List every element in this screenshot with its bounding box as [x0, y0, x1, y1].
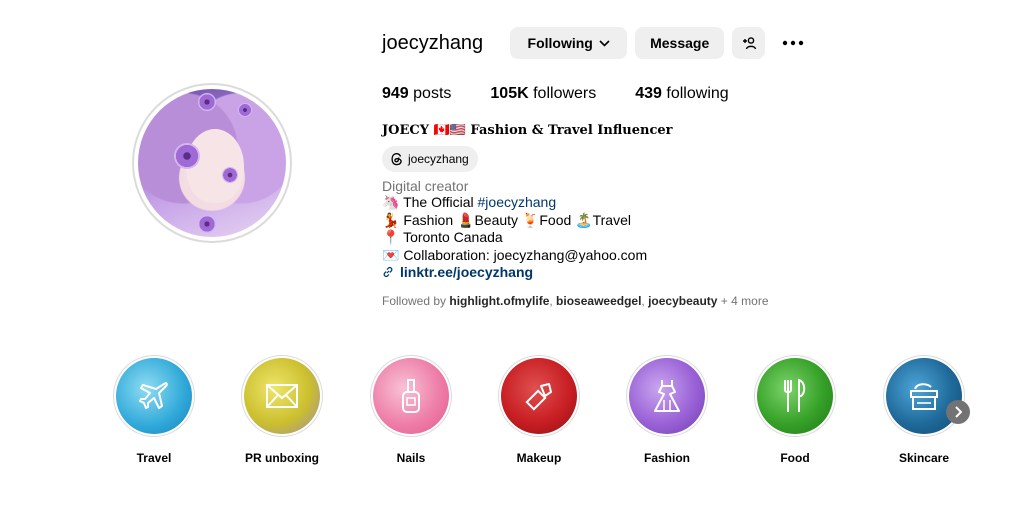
airplane-icon: [137, 379, 171, 413]
highlight-label: Skincare: [898, 451, 950, 465]
highlight-cover: [629, 358, 705, 434]
followed-by-user[interactable]: joecybeauty: [648, 294, 717, 308]
following-stat[interactable]: 439 following: [635, 85, 728, 103]
highlight-cover: [116, 358, 192, 434]
highlight-label: Makeup: [516, 451, 562, 465]
posts-stat: 949 posts: [382, 85, 451, 103]
followed-by-user[interactable]: bioseaweedgel: [556, 294, 641, 308]
highlight-label: PR unboxing: [245, 451, 319, 465]
username: joecyzhang: [382, 31, 484, 54]
bio-line: 💃 Fashion 💄Beauty 🍹Food 🏝️Travel: [382, 211, 631, 228]
highlight-cover: [244, 358, 320, 434]
bio-line: 💌 Collaboration: joecyzhang@yahoo.com: [382, 246, 648, 263]
chevron-down-icon: [599, 39, 610, 47]
followed-by-prefix: Followed by: [382, 294, 450, 308]
profile-stats: 949 posts 105K followers 439 following: [382, 85, 768, 103]
bio-hashtag-link[interactable]: #joecyzhang: [478, 194, 557, 210]
avatar-flower: [238, 103, 252, 117]
highlight-cover: [886, 358, 962, 434]
envelope-icon: [265, 383, 299, 409]
avatar-flower: [198, 93, 216, 111]
nail-polish-icon: [400, 378, 422, 414]
highlight-ring: [883, 355, 965, 437]
avatar-flower: [174, 143, 200, 169]
following-count: 439: [635, 85, 662, 102]
profile-bio: 🦄 The Official #joecyzhang 💃 Fashion 💄Be…: [382, 194, 647, 282]
followers-count: 105K: [490, 85, 529, 102]
more-options-button[interactable]: [773, 27, 813, 59]
followed-by-user[interactable]: highlight.ofmylife: [449, 294, 549, 308]
highlight-cover: [373, 358, 449, 434]
cream-jar-icon: [907, 381, 941, 411]
highlight-travel[interactable]: Travel: [113, 355, 195, 465]
threads-handle: joecyzhang: [408, 152, 469, 166]
highlight-ring: [754, 355, 836, 437]
fork-knife-icon: [781, 378, 809, 414]
following-count-label: following: [666, 85, 729, 102]
profile-header: joecyzhang Following Message: [382, 27, 813, 59]
highlight-ring: [241, 355, 323, 437]
highlight-ring: [498, 355, 580, 437]
highlight-pr-unboxing[interactable]: PR unboxing: [241, 355, 323, 465]
profile-category: Digital creator: [382, 178, 469, 194]
highlight-cover: [501, 358, 577, 434]
highlight-cover: [757, 358, 833, 434]
highlight-fashion[interactable]: Fashion: [626, 355, 708, 465]
add-person-icon: [741, 36, 757, 50]
highlight-label: Fashion: [643, 451, 690, 465]
suggested-users-button[interactable]: [732, 27, 766, 59]
link-icon: [382, 266, 394, 278]
bio-line: 🦄 The Official #joecyzhang: [382, 194, 647, 212]
highlight-ring: [370, 355, 452, 437]
highlight-ring: [113, 355, 195, 437]
dress-icon: [652, 378, 682, 414]
profile-avatar-ring[interactable]: [132, 83, 292, 243]
highlight-nails[interactable]: Nails: [370, 355, 452, 465]
profile-full-name: JOECY 🇨🇦🇺🇸 Fashion & Travel Influencer: [382, 123, 673, 138]
following-button[interactable]: Following: [510, 27, 628, 59]
followed-by-suffix: + 4 more: [717, 294, 769, 308]
followed-by[interactable]: Followed by highlight.ofmylife, bioseawe…: [382, 294, 769, 308]
bio-external-link[interactable]: linktr.ee/joecyzhang: [400, 264, 533, 280]
profile-avatar[interactable]: [138, 89, 286, 237]
highlight-ring: [626, 355, 708, 437]
highlights-next-button[interactable]: [946, 400, 970, 424]
highlight-label: Travel: [136, 451, 172, 465]
followers-label: followers: [533, 85, 597, 102]
followers-stat[interactable]: 105K followers: [490, 85, 596, 103]
bio-line: 📍 Toronto Canada: [382, 229, 503, 246]
bio-line-text: 🦄 The Official: [382, 194, 478, 210]
posts-count: 949: [382, 85, 409, 102]
bio-link-row: linktr.ee/joecyzhang: [382, 264, 647, 282]
message-button[interactable]: Message: [635, 27, 725, 59]
chevron-right-icon: [954, 406, 962, 418]
avatar-flower: [222, 167, 238, 183]
threads-icon: [390, 152, 403, 166]
highlight-food[interactable]: Food: [754, 355, 836, 465]
highlight-label: Food: [780, 451, 810, 465]
threads-badge[interactable]: joecyzhang: [382, 146, 478, 172]
more-dots-icon: [782, 40, 804, 46]
following-label: Following: [527, 35, 593, 51]
highlight-label: Nails: [396, 451, 426, 465]
lipstick-icon: [523, 380, 555, 412]
highlight-makeup[interactable]: Makeup: [498, 355, 580, 465]
avatar-flower: [198, 215, 216, 233]
posts-label: posts: [413, 85, 452, 102]
